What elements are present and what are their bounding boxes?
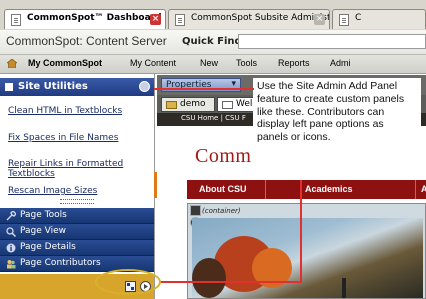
nav-divider [415, 180, 416, 199]
page-icon [339, 14, 349, 26]
nav-my-content[interactable]: My Content [130, 58, 176, 68]
site-nav-academics[interactable]: Academics [305, 184, 353, 194]
wrench-icon [6, 211, 16, 221]
highlight-ring [95, 269, 161, 295]
callout-pointer-line [160, 281, 302, 283]
container-element[interactable]: (container) [187, 203, 426, 299]
nav-reports[interactable]: Reports [278, 58, 310, 68]
close-tab-icon[interactable]: × [314, 14, 325, 25]
link-fix-spaces[interactable]: Fix Spaces in File Names [8, 133, 150, 143]
app-header: CommonSpot: Content Server Quick Find: [0, 30, 426, 55]
tab-label: CommonSpot™ Dashboard [27, 13, 162, 23]
panel-options-icon[interactable] [139, 81, 150, 92]
container-menu-icon[interactable] [190, 205, 201, 216]
page-icon [175, 14, 185, 26]
lamp-post [342, 278, 346, 298]
link-clean-html[interactable]: Clean HTML in Textblocks [8, 106, 150, 116]
browser-tab-strip: CommonSpot™ Dashboard × CommonSpot Subsi… [0, 0, 426, 30]
site-utilities-title: Site Utilities [18, 81, 88, 92]
folder-tab-demo[interactable]: demo [161, 97, 215, 112]
site-nav-more[interactable]: A [421, 184, 426, 194]
site-logo: Comm [195, 145, 252, 167]
nav-admin[interactable]: Admi [330, 58, 351, 68]
nav-divider [265, 180, 266, 199]
tab-label: C [355, 13, 362, 23]
campus-photo [192, 218, 423, 298]
tab-label: CommonSpot Subsite Administ... [191, 13, 330, 23]
panel-page-details[interactable]: Page Details [0, 240, 154, 256]
quick-find-label: Quick Find: [182, 36, 246, 47]
site-nav: About CSU Academics A [187, 180, 426, 199]
info-icon [6, 243, 16, 253]
container-label: (container) [202, 207, 241, 215]
panel-label: Page Contributors [20, 258, 101, 268]
home-icon [7, 59, 17, 68]
panel-label: Page Tools [20, 210, 67, 220]
page-icon [11, 14, 21, 26]
panel-label: Page Details [20, 242, 76, 252]
nav-new[interactable]: New [200, 58, 218, 68]
users-icon [7, 260, 16, 269]
panel-label: Page View [20, 226, 67, 236]
search-icon [6, 227, 16, 237]
callout-pointer-line [300, 180, 302, 282]
browser-tab-subsite-admin[interactable]: CommonSpot Subsite Administ... × [168, 9, 330, 29]
dark-tree [192, 258, 226, 298]
callout-pointer-line [154, 88, 254, 90]
nav-my-commonspot[interactable]: My CommonSpot [28, 58, 102, 68]
pane-resize-grip[interactable] [60, 199, 94, 204]
callout-annotation: Use the Site Admin Add Panel feature to … [253, 78, 421, 180]
link-rescan-images[interactable]: Rescan Image Sizes [8, 186, 150, 196]
panel-square-icon [5, 83, 13, 91]
site-utilities-header[interactable]: Site Utilities [0, 78, 154, 96]
left-pane: Site Utilities Clean HTML in Textblocks … [0, 74, 155, 299]
quick-find-input[interactable] [238, 34, 426, 49]
main-nav: My CommonSpot My Content New Tools Repor… [0, 55, 426, 74]
browser-tab-dashboard[interactable]: CommonSpot™ Dashboard × [4, 9, 166, 29]
folder-icon [166, 101, 177, 109]
page-icon [222, 101, 233, 109]
close-tab-icon[interactable]: × [150, 14, 161, 25]
browser-tab-third[interactable]: C [332, 9, 426, 29]
panel-page-tools[interactable]: Page Tools [0, 208, 154, 224]
folder-tab-label: demo [180, 99, 206, 109]
app-title: CommonSpot: Content Server [6, 34, 167, 48]
nav-tools[interactable]: Tools [236, 58, 257, 68]
callout-text: Use the Site Admin Add Panel feature to … [257, 80, 405, 144]
panel-page-view[interactable]: Page View [0, 224, 154, 240]
link-repair-links[interactable]: Repair Links in Formatted Textblocks [8, 159, 150, 179]
site-nav-about[interactable]: About CSU [199, 184, 247, 194]
